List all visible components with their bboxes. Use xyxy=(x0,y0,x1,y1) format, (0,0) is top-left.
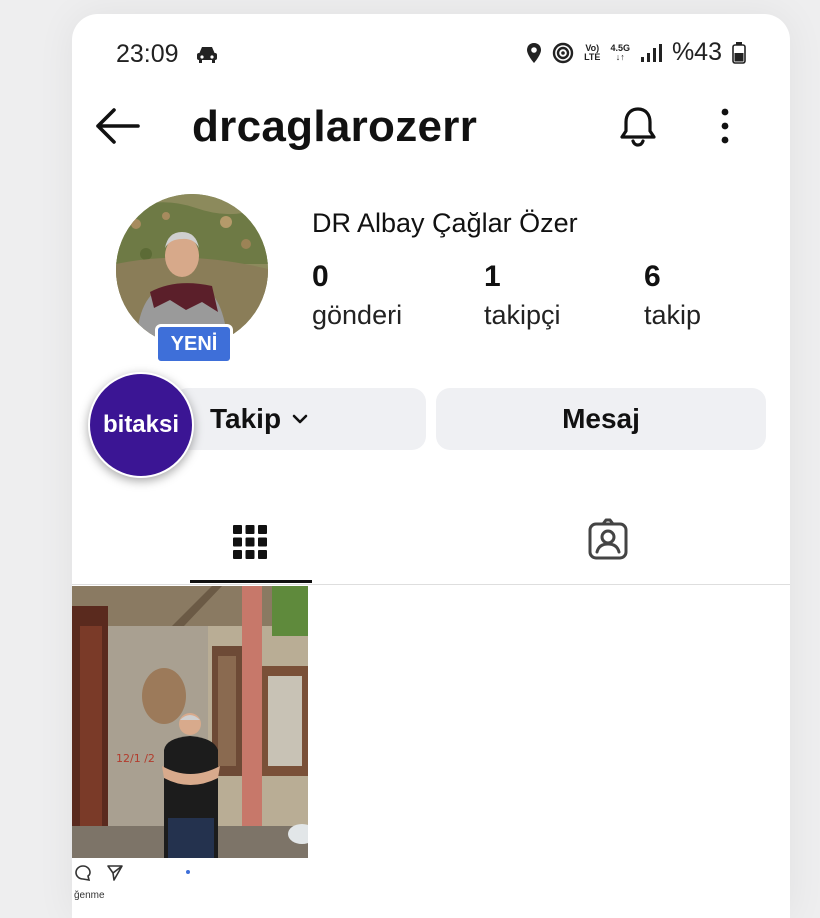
stat-followers[interactable]: 1 takipçi xyxy=(484,260,561,331)
profile-full-name: DR Albay Çağlar Özer xyxy=(312,208,578,238)
stat-following-count: 6 xyxy=(644,260,661,293)
hotspot-icon xyxy=(552,42,574,63)
stat-posts-count: 0 xyxy=(312,260,329,293)
post-caption-fragment: ğenme xyxy=(74,890,105,901)
post-photo: 12/1 /2 xyxy=(72,586,308,858)
profile-header: drcaglarozerr xyxy=(72,94,790,164)
location-icon xyxy=(527,42,542,63)
stat-following-label: takip xyxy=(644,300,702,330)
stat-following[interactable]: 6 takip xyxy=(644,260,701,331)
carousel-dot xyxy=(186,870,190,874)
new-badge: YENİ xyxy=(155,324,233,364)
more-options-icon[interactable] xyxy=(714,106,736,146)
stat-followers-label: takipçi xyxy=(484,300,561,330)
status-bar: 23:09 Vo) LTE 4.5G ↓↑ %43 xyxy=(72,14,790,84)
bell-icon[interactable] xyxy=(616,104,660,148)
status-right: Vo) LTE 4.5G ↓↑ %43 xyxy=(526,38,746,67)
status-time: 23:09 xyxy=(116,40,179,68)
message-button-label: Mesaj xyxy=(562,403,640,434)
stat-posts-label: gönderi xyxy=(312,300,403,330)
stat-posts[interactable]: 0 gönderi xyxy=(312,260,402,331)
car-icon xyxy=(197,47,217,63)
volte-indicator: Vo) LTE xyxy=(584,42,601,62)
profile-username: drcaglarozerr xyxy=(192,102,478,151)
door-number-text: 12/1 /2 xyxy=(116,752,155,765)
chevron-down-icon xyxy=(292,414,308,424)
post-preview-meta: ğenme xyxy=(74,862,254,912)
stat-followers-count: 1 xyxy=(484,260,501,293)
active-tab-indicator xyxy=(190,580,312,583)
grid-icon[interactable] xyxy=(232,524,268,560)
comment-icon xyxy=(75,865,91,881)
signal-icon xyxy=(640,43,662,62)
battery-icon xyxy=(732,41,746,64)
tagged-photos-icon[interactable] xyxy=(586,518,630,562)
profile-tabs xyxy=(72,504,790,585)
network-type-indicator: 4.5G ↓↑ xyxy=(610,42,630,62)
bitaksi-label: bitaksi xyxy=(102,411,180,438)
message-button[interactable]: Mesaj xyxy=(436,388,766,450)
follow-button[interactable]: Takip xyxy=(174,388,426,450)
post-thumbnail[interactable]: 12/1 /2 xyxy=(72,586,308,858)
share-icon xyxy=(107,865,123,881)
phone-screen: 23:09 Vo) LTE 4.5G ↓↑ %43 drcaglarozerr … xyxy=(72,14,790,918)
bitaksi-floating-bubble[interactable]: bitaksi xyxy=(88,372,194,478)
follow-button-label: Takip xyxy=(210,403,282,434)
back-arrow-icon[interactable] xyxy=(94,106,140,146)
battery-percent: %43 xyxy=(671,38,722,66)
